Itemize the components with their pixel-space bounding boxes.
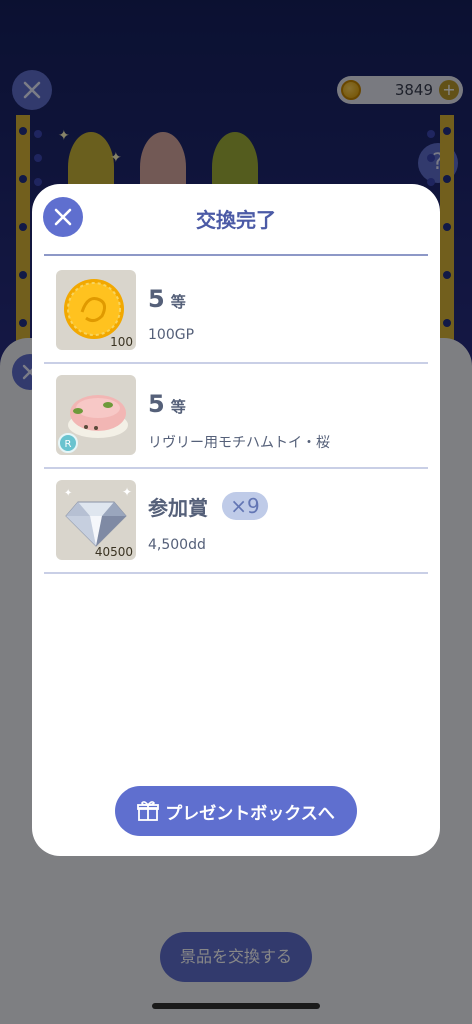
title-divider: [44, 254, 428, 256]
prize-thumbnail: 100: [56, 270, 136, 350]
prize-rank: 5等: [148, 285, 186, 313]
prize-multiplier-badge: ×9: [222, 492, 268, 520]
exchange-complete-modal: 交換完了 100 5等 100GP R 5 等 リヴリー用モチハムトイ・桜 ✦ …: [32, 184, 440, 856]
svg-text:✦: ✦: [122, 485, 132, 499]
prize-quantity: 40500: [94, 545, 133, 559]
present-box-button-label: プレゼントボックスへ: [165, 803, 335, 824]
modal-title: 交換完了: [196, 208, 276, 232]
prize-quantity: 100: [110, 335, 133, 349]
prize-description: 100GP: [148, 327, 195, 343]
rarity-badge: R: [58, 433, 78, 453]
prize-row: ✦ ✦ 40500 参加賞 ×9 4,500dd: [44, 469, 428, 574]
present-box-button[interactable]: プレゼントボックスへ: [115, 786, 357, 836]
prize-row: R 5等 リヴリー用モチハムトイ・桜: [44, 364, 428, 469]
prize-thumbnail: R: [56, 375, 136, 455]
prize-list: 100 5等 100GP R 5等 リヴリー用モチハムトイ・桜 ✦ ✦ 4050…: [44, 259, 428, 574]
prize-description: リヴリー用モチハムトイ・桜: [148, 435, 330, 451]
svg-text:✦: ✦: [64, 488, 72, 499]
gift-icon: [137, 801, 160, 821]
prize-rank: 参加賞: [148, 496, 208, 520]
prize-rank: 5等: [148, 390, 186, 418]
prize-row: 100 5等 100GP: [44, 259, 428, 364]
home-indicator: [152, 1003, 320, 1009]
prize-thumbnail: ✦ ✦ 40500: [56, 480, 136, 560]
prize-description: 4,500dd: [148, 537, 206, 553]
